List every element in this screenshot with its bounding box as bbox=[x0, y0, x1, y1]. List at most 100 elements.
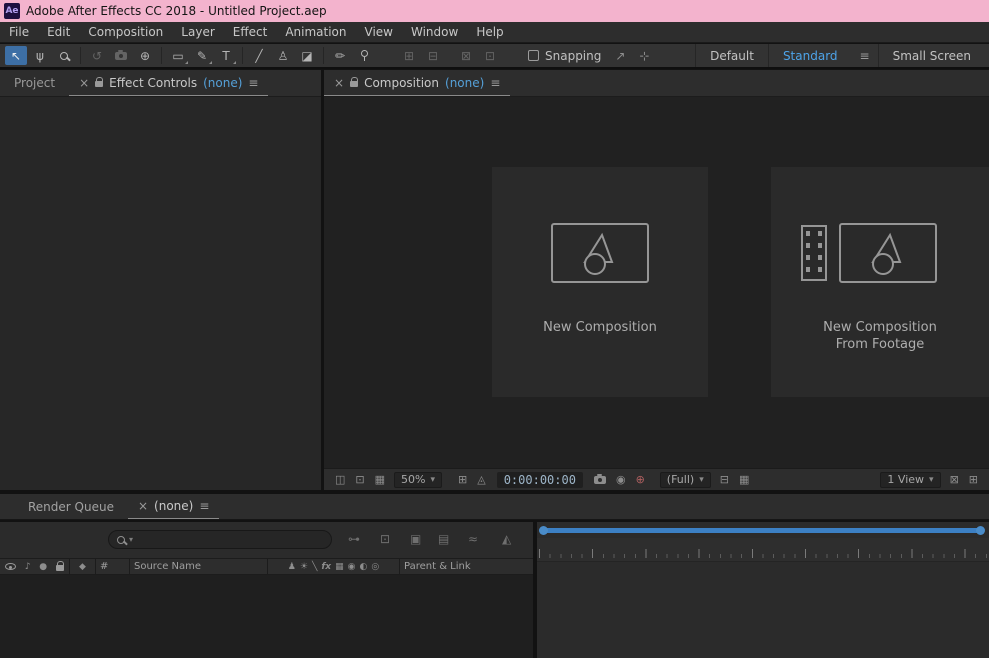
magnification-select[interactable]: 50% ▾ bbox=[394, 472, 442, 488]
axis-mode-extra[interactable]: ⊡ bbox=[479, 46, 501, 65]
region-of-interest-icon[interactable]: ⊟ bbox=[720, 473, 729, 486]
timeline-layer-area[interactable] bbox=[0, 576, 533, 658]
tab-render-queue[interactable]: Render Queue bbox=[0, 494, 128, 519]
panel-menu-icon[interactable]: ≡ bbox=[490, 76, 500, 90]
type-tool[interactable]: T bbox=[215, 46, 237, 65]
checkerboard-icon[interactable]: ▦ bbox=[375, 473, 385, 486]
graph-editor-icon[interactable]: ◭ bbox=[502, 532, 511, 546]
zoom-tool-icon bbox=[60, 52, 68, 60]
axis-mode-world[interactable]: ⊟ bbox=[422, 46, 444, 65]
time-navigator-bar[interactable] bbox=[541, 528, 983, 533]
label-column[interactable]: ◆ bbox=[70, 559, 96, 574]
panel-menu-icon[interactable]: ≡ bbox=[248, 76, 258, 90]
clone-stamp-tool[interactable]: ♙ bbox=[272, 46, 294, 65]
menu-effect[interactable]: Effect bbox=[224, 25, 277, 39]
new-composition-from-footage-button[interactable]: New Composition From Footage bbox=[771, 167, 989, 397]
rotation-tool[interactable]: ↺ bbox=[86, 46, 108, 65]
workspace-small-screen[interactable]: Small Screen bbox=[878, 44, 985, 67]
mask-visibility-icon[interactable]: ◬ bbox=[477, 473, 485, 486]
lock-icon[interactable] bbox=[350, 81, 358, 87]
lock-icon[interactable] bbox=[95, 81, 103, 87]
close-icon[interactable]: × bbox=[138, 499, 148, 513]
snap-expand-icon[interactable]: ↗ bbox=[615, 49, 625, 63]
3d-layer-icon[interactable]: ◎ bbox=[371, 562, 379, 572]
tab-project[interactable]: Project bbox=[0, 70, 69, 96]
panel-menu-icon[interactable]: ≡ bbox=[199, 499, 209, 513]
roto-brush-tool[interactable]: ✏ bbox=[329, 46, 351, 65]
draft-3d-icon[interactable]: ▣ bbox=[410, 532, 421, 546]
view-layout-select[interactable]: 1 View ▾ bbox=[880, 472, 940, 488]
clone-stamp-tool-icon: ♙ bbox=[278, 49, 289, 63]
menu-window[interactable]: Window bbox=[402, 25, 467, 39]
quality-icon[interactable]: ╲ bbox=[312, 562, 317, 572]
tab-composition[interactable]: × Composition (none) ≡ bbox=[324, 70, 510, 96]
close-icon[interactable]: × bbox=[334, 76, 344, 90]
comp-mini-flow-icon[interactable]: ⊡ bbox=[380, 532, 390, 546]
close-icon[interactable]: × bbox=[79, 76, 89, 90]
pan-behind-tool[interactable]: ⊕ bbox=[134, 46, 156, 65]
grid-guides-icon[interactable]: ⊞ bbox=[458, 473, 467, 486]
selection-tool[interactable]: ↖ bbox=[5, 46, 27, 65]
snapping-toggle[interactable]: Snapping bbox=[528, 49, 601, 63]
rectangle-tool[interactable]: ▭ bbox=[167, 46, 189, 65]
frame-blend-icon[interactable]: ▦ bbox=[335, 562, 344, 572]
new-composition-from-footage-label: New Composition From Footage bbox=[771, 319, 989, 353]
audio-icon[interactable]: ♪ bbox=[25, 562, 31, 572]
timeline-search-input[interactable] bbox=[137, 533, 297, 546]
menu-composition[interactable]: Composition bbox=[79, 25, 172, 39]
show-snapshot-icon[interactable]: ◉ bbox=[616, 473, 626, 486]
brush-tool[interactable]: ╱ bbox=[248, 46, 270, 65]
frame-blending-icon[interactable]: ▤ bbox=[438, 532, 449, 546]
preview-toggle-icon[interactable]: ◫ bbox=[335, 473, 345, 486]
after-effects-window: Ae Adobe After Effects CC 2018 - Untitle… bbox=[0, 0, 989, 658]
time-ruler[interactable] bbox=[537, 538, 989, 562]
show-channel-icon[interactable]: ⊕ bbox=[636, 473, 645, 486]
axis-mode-view[interactable]: ⊠ bbox=[455, 46, 477, 65]
transparency-grid-icon[interactable]: ▦ bbox=[739, 473, 749, 486]
timecode-display[interactable]: 0:00:00:00 bbox=[497, 472, 583, 488]
shy-icon[interactable]: ♟ bbox=[288, 562, 296, 572]
lock-icon[interactable] bbox=[56, 565, 64, 571]
new-composition-button[interactable]: New Composition bbox=[492, 167, 708, 397]
resolution-select[interactable]: (Full) ▾ bbox=[660, 472, 711, 488]
tab-effect-controls[interactable]: × Effect Controls (none) ≡ bbox=[69, 70, 268, 96]
collapse-icon[interactable]: ☀ bbox=[300, 562, 308, 572]
workspace-default[interactable]: Default bbox=[695, 44, 768, 67]
menu-layer[interactable]: Layer bbox=[172, 25, 223, 39]
fx-icon[interactable]: fx bbox=[321, 562, 331, 572]
menu-view[interactable]: View bbox=[356, 25, 402, 39]
parent-link-column[interactable]: Parent & Link bbox=[400, 559, 533, 574]
eraser-tool[interactable]: ◪ bbox=[296, 46, 318, 65]
menu-edit[interactable]: Edit bbox=[38, 25, 79, 39]
ruler-major-ticks bbox=[539, 549, 989, 558]
main-viewer-icon[interactable]: ⊡ bbox=[355, 473, 364, 486]
snapping-checkbox[interactable] bbox=[528, 50, 539, 61]
timeline-track-area[interactable] bbox=[537, 562, 989, 658]
adjustment-layer-icon[interactable]: ◐ bbox=[359, 562, 367, 572]
zoom-tool[interactable] bbox=[53, 46, 75, 65]
snap-frame-icon[interactable]: ⊹ bbox=[639, 49, 649, 63]
menu-help[interactable]: Help bbox=[467, 25, 512, 39]
layer-number-column[interactable]: # bbox=[96, 559, 130, 574]
source-name-column[interactable]: Source Name bbox=[130, 559, 268, 574]
hand-tool[interactable]: ψ bbox=[29, 46, 51, 65]
menu-animation[interactable]: Animation bbox=[276, 25, 355, 39]
solo-icon[interactable]: ● bbox=[39, 562, 47, 572]
tab-timeline-none[interactable]: × (none) ≡ bbox=[128, 494, 219, 519]
snapshot-icon[interactable] bbox=[594, 476, 606, 484]
menu-file[interactable]: File bbox=[0, 25, 38, 39]
video-eye-icon[interactable] bbox=[5, 563, 16, 570]
motion-blur-icon[interactable]: ◉ bbox=[348, 562, 356, 572]
timeline-search-box[interactable]: ▾ bbox=[108, 530, 332, 549]
workspace-standard[interactable]: Standard bbox=[768, 44, 852, 67]
titlebar: Ae Adobe After Effects CC 2018 - Untitle… bbox=[0, 0, 989, 22]
pen-tool[interactable]: ✎ bbox=[191, 46, 213, 65]
axis-mode-local[interactable]: ⊞ bbox=[398, 46, 420, 65]
camera-tool[interactable] bbox=[110, 46, 132, 65]
workspace-menu-icon[interactable]: ≡ bbox=[852, 49, 878, 63]
composition-flowchart-icon[interactable]: ⊶ bbox=[348, 532, 360, 546]
motion-blur-enable-icon[interactable]: ≈ bbox=[468, 532, 478, 546]
fast-preview-icon[interactable]: ⊞ bbox=[969, 473, 978, 486]
puppet-pin-tool[interactable] bbox=[353, 46, 375, 65]
pixel-aspect-icon[interactable]: ⊠ bbox=[950, 473, 959, 486]
